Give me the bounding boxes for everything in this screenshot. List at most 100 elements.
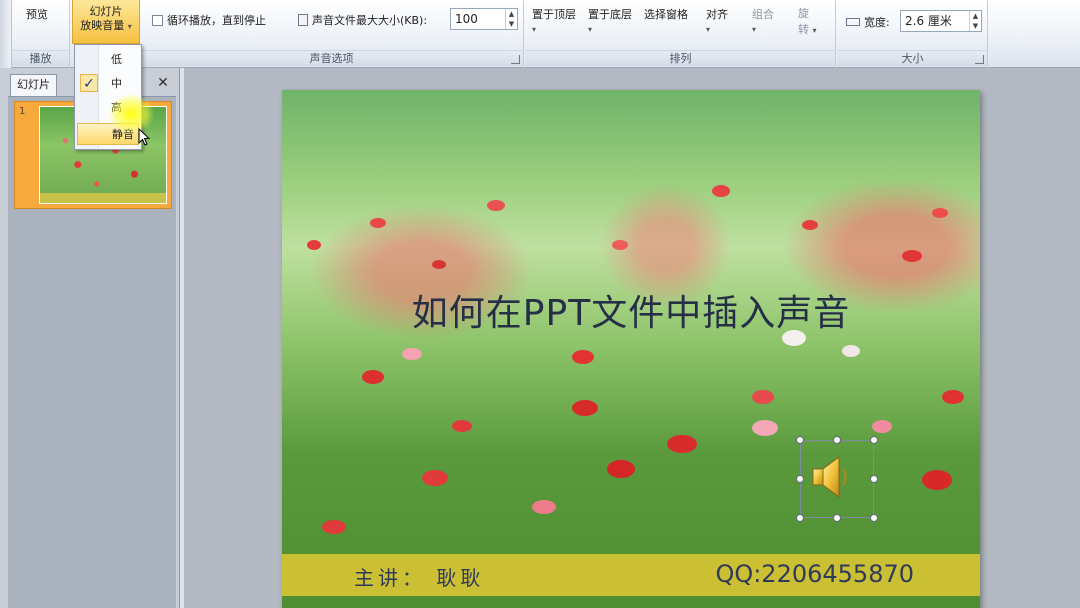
flower-decoration [802, 220, 818, 230]
flower-decoration [932, 208, 948, 218]
chevron-down-icon: ▾ [588, 25, 593, 34]
resize-handle[interactable] [833, 436, 841, 444]
flower-decoration [432, 260, 446, 269]
flower-decoration [752, 420, 778, 436]
flower-decoration [532, 500, 556, 514]
resize-handle[interactable] [870, 436, 878, 444]
qq-contact-text[interactable]: QQ:2206455870 [715, 560, 914, 588]
ribbon-left-edge [0, 0, 12, 68]
spin-arrows-icon[interactable]: ▲ ▼ [969, 11, 981, 31]
bring-to-front-button[interactable]: 置于顶层 ▾ [532, 6, 576, 35]
bring-front-label: 置于顶层 [532, 8, 576, 21]
arrange-group-label: 排列 [526, 50, 835, 66]
flower-decoration [572, 400, 598, 416]
align-label: 对齐 [706, 8, 728, 21]
flower-decoration [872, 420, 892, 433]
max-size-input[interactable]: 100 ▲ ▼ [450, 8, 518, 30]
width-icon [846, 18, 860, 26]
flower-decoration [422, 470, 448, 486]
flower-decoration [402, 348, 422, 360]
width-input[interactable]: 2.6 厘米 ▲ ▼ [900, 10, 982, 32]
size-group: 宽度: 2.6 厘米 ▲ ▼ 大小 [838, 0, 988, 68]
dialog-launcher-icon[interactable] [511, 55, 520, 64]
sound-file-icon [298, 14, 308, 26]
slide-editor: 如何在PPT文件中插入声音 主讲： 耿耿 QQ:2206455870 [184, 68, 1080, 608]
resize-handle[interactable] [796, 514, 804, 522]
loop-label: 循环播放，直到停止 [167, 14, 266, 27]
menu-item-label: 中 [111, 77, 122, 90]
resize-handle[interactable] [870, 514, 878, 522]
audio-object-selection[interactable] [796, 436, 878, 522]
flower-decoration [752, 390, 774, 404]
sound-options-group-label: 声音选项 [140, 50, 523, 66]
arrange-group: 置于顶层 ▾ 置于底层 ▾ 选择窗格 对齐 ▾ 组合 ▾ 旋转 ▾ 排列 [526, 0, 836, 68]
flower-decoration [607, 460, 635, 478]
volume-menu-item-low[interactable]: 低 [77, 49, 139, 71]
play-group-label: 播放 [12, 50, 69, 66]
group-label: 组合 [752, 8, 774, 21]
rotate-label-2: 转 [798, 23, 809, 36]
max-size-row: 声音文件最大大小(KB): [298, 12, 427, 28]
max-size-value: 100 [455, 12, 478, 26]
volume-menu-item-medium[interactable]: ✓ 中 [77, 73, 139, 95]
flower-decoration [322, 520, 346, 534]
flower-decoration [902, 250, 922, 262]
rotate-button[interactable]: 旋转 ▾ [798, 6, 817, 39]
checkmark-icon: ✓ [80, 74, 98, 92]
size-group-label: 大小 [838, 50, 987, 66]
flower-decoration [942, 390, 964, 404]
align-button[interactable]: 对齐 ▾ [706, 6, 728, 35]
flower-decoration [307, 240, 321, 250]
width-row: 宽度: [846, 14, 890, 30]
ribbon: 预览 播放 幻灯片 放映音量 ▾ 循环播放，直到停止 声音文件最大大小(KB):… [0, 0, 1080, 68]
resize-handle[interactable] [870, 475, 878, 483]
volume-button-line2: 放映音量 ▾ [80, 19, 132, 32]
loop-checkbox[interactable] [152, 15, 163, 26]
sound-options-group: 循环播放，直到停止 声音文件最大大小(KB): 100 ▲ ▼ 声音选项 [140, 0, 524, 68]
resize-handle[interactable] [796, 475, 804, 483]
speaker-icon[interactable] [811, 455, 851, 499]
resize-handle[interactable] [833, 514, 841, 522]
chevron-down-icon: ▾ [706, 25, 711, 34]
flower-decoration [572, 350, 594, 364]
send-to-back-button[interactable]: 置于底层 ▾ [588, 6, 632, 35]
flower-decoration [667, 435, 697, 453]
flower-decoration [842, 345, 860, 357]
max-size-label: 声音文件最大大小(KB): [312, 14, 428, 27]
play-group: 预览 播放 [12, 0, 70, 68]
chevron-down-icon: ▾ [752, 25, 757, 34]
group-button[interactable]: 组合 ▾ [752, 6, 774, 35]
flower-decoration [922, 470, 952, 490]
resize-handle[interactable] [796, 436, 804, 444]
slides-thumbnail-list[interactable]: 1 [8, 96, 176, 608]
loop-checkbox-row[interactable]: 循环播放，直到停止 [152, 12, 266, 28]
thumbnail-footer-bar [40, 193, 166, 203]
dialog-launcher-icon[interactable] [975, 55, 984, 64]
volume-button-line1: 幻灯片 [89, 5, 123, 18]
spin-arrows-icon[interactable]: ▲ ▼ [505, 9, 517, 29]
flower-decoration [370, 218, 386, 228]
mouse-pointer-icon [138, 128, 150, 146]
flower-decoration [362, 370, 384, 384]
flower-decoration [612, 240, 628, 250]
chevron-down-icon: ▾ [812, 26, 817, 35]
send-back-label: 置于底层 [588, 8, 632, 21]
flower-decoration [487, 200, 505, 211]
chevron-down-icon: ▾ [127, 22, 132, 31]
slide-canvas[interactable]: 如何在PPT文件中插入声音 主讲： 耿耿 QQ:2206455870 [282, 90, 980, 608]
flower-decoration [452, 420, 472, 432]
presenter-text[interactable]: 主讲： 耿耿 [354, 562, 484, 591]
close-icon[interactable]: ✕ [154, 74, 172, 92]
menu-item-label: 低 [111, 53, 122, 66]
slide-show-volume-button[interactable]: 幻灯片 放映音量 ▾ [72, 0, 140, 44]
slide-number: 1 [19, 106, 26, 117]
flower-decoration [712, 185, 730, 197]
width-value: 2.6 厘米 [905, 14, 952, 28]
preview-button[interactable]: 预览 [26, 6, 48, 22]
tab-slides[interactable]: 幻灯片 [10, 74, 57, 96]
rotate-label-1: 旋 [798, 7, 809, 20]
selection-pane-button[interactable]: 选择窗格 [644, 6, 688, 22]
slide-footer-bar: 主讲： 耿耿 QQ:2206455870 [282, 554, 980, 596]
chevron-down-icon: ▾ [532, 25, 537, 34]
slide-title[interactable]: 如何在PPT文件中插入声音 [282, 284, 980, 336]
